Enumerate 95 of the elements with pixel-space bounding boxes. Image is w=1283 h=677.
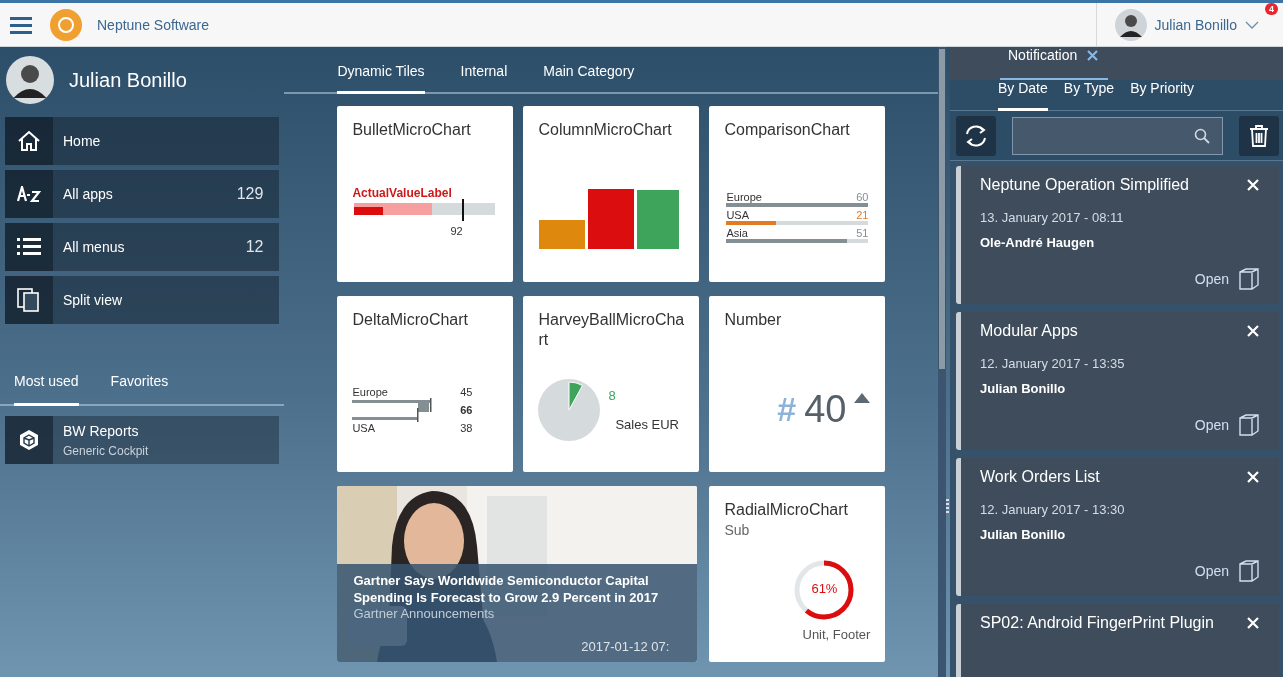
refresh-icon <box>964 124 988 148</box>
delta-label: Europe <box>352 386 388 398</box>
tile-footer: Unit, Footer <box>802 626 871 642</box>
notification-card[interactable]: Neptune Operation Simplified 13. January 2017 - 08:11 Ole-André Haugen Open <box>956 166 1279 304</box>
home-icon <box>17 130 41 152</box>
notification-author: Ole-André Haugen <box>980 235 1096 250</box>
open-link[interactable]: Open <box>1194 271 1229 287</box>
sidebar-item[interactable]: Split view <box>5 276 280 324</box>
tile-title: HarveyBallMicroChart <box>538 310 685 350</box>
filter-tab[interactable]: By Type <box>1063 80 1115 111</box>
open-link[interactable]: Open <box>1194 563 1229 579</box>
splitter-handle[interactable] <box>946 499 949 513</box>
tile-title: ComparisonChart <box>724 120 851 140</box>
cube-icon <box>18 429 40 451</box>
tile-title: DeltaMicroChart <box>352 310 469 330</box>
comparison-label: Europe <box>726 191 762 203</box>
tile-title: ColumnMicroChart <box>538 120 673 140</box>
delete-button[interactable] <box>1239 116 1279 156</box>
chart-tile[interactable]: HarveyBallMicroChart 8 Sales EUR <box>523 296 700 472</box>
notification-badge: 4 <box>1265 3 1278 15</box>
split-view-icon <box>17 288 41 312</box>
az-icon <box>17 186 41 202</box>
chart-tile[interactable]: BulletMicroChart ActualValueLabel 92 <box>337 106 514 282</box>
avatar-icon <box>6 56 54 104</box>
delta-value: 66 <box>460 404 473 416</box>
notification-title: SP02: Android FingerPrint Plugin <box>980 614 1214 632</box>
comparison-label: USA <box>726 209 750 221</box>
news-source: Gartner Announcements <box>353 606 496 621</box>
number-value: 40 <box>804 388 847 429</box>
notification-date: 12. January 2017 - 13:30 <box>980 502 1126 517</box>
avatar-icon[interactable] <box>1114 8 1147 41</box>
chart-tile[interactable]: ColumnMicroChart <box>523 106 700 282</box>
notification-card[interactable]: Modular Apps 12. January 2017 - 13:35 Julian Bonillo Open <box>956 312 1279 450</box>
chart-tile[interactable]: DeltaMicroChart Europe 45 66 USA 38 <box>337 296 514 472</box>
book-icon[interactable] <box>1239 268 1259 290</box>
user-name: Julian Bonillo <box>69 68 187 92</box>
comparison-label: Asia <box>726 227 748 239</box>
search-icon <box>1194 128 1210 144</box>
close-icon[interactable] <box>1087 49 1099 61</box>
tile-title: RadialMicroChart <box>724 500 849 520</box>
notification-title: Modular Apps <box>980 322 1078 340</box>
news-tile[interactable]: Gartner Says Worldwide Semiconductor Capital Spending Is Forecast to Grow 2.9 Percent in 2017 Gartner Announcements 2017-01-12 07: <box>337 486 698 662</box>
logo-icon <box>50 8 82 41</box>
delta-value: 38 <box>460 422 473 434</box>
book-icon[interactable] <box>1239 560 1259 582</box>
category-tab[interactable]: Internal <box>460 63 508 94</box>
list-icon <box>17 238 41 256</box>
news-date: 2017-01-12 07: <box>581 639 670 654</box>
book-icon[interactable] <box>1239 414 1259 436</box>
delta-label: USA <box>352 422 376 434</box>
sidebar-item[interactable]: All apps 129 <box>5 170 280 218</box>
notification-date: 12. January 2017 - 13:35 <box>980 356 1126 371</box>
number-symbol: # <box>777 388 797 429</box>
notification-card[interactable]: Work Orders List 12. January 2017 - 13:30 Julian Bonillo Open <box>956 458 1279 596</box>
notification-author: Julian Bonillo <box>980 527 1067 542</box>
open-link[interactable]: Open <box>1194 417 1229 433</box>
target-marker <box>461 198 464 221</box>
refresh-button[interactable] <box>956 116 996 156</box>
category-tab[interactable]: Main Category <box>543 63 635 94</box>
trash-icon <box>1249 124 1269 148</box>
brand-name: Neptune Software <box>97 16 210 33</box>
notification-author: Julian Bonillo <box>980 381 1067 396</box>
menu-icon[interactable] <box>10 15 32 34</box>
actual-value-label: ActualValueLabel <box>352 185 453 200</box>
chevron-down-icon[interactable] <box>1245 20 1259 29</box>
tile-title: Number <box>724 310 783 330</box>
trend-up-icon <box>854 392 871 403</box>
sidebar-tab[interactable]: Most used <box>14 369 79 406</box>
sidebar-item[interactable]: Home <box>5 117 280 165</box>
news-headline: Gartner Says Worldwide Semiconductor Capital Spending Is Forecast to Grow 2.9 Percent in 2017 <box>353 572 660 606</box>
app-item[interactable]: BW Reports Generic Cockpit <box>5 416 280 464</box>
target-value: 92 <box>450 224 464 237</box>
user-name[interactable]: Julian Bonillo <box>1154 16 1237 33</box>
notification-date: 13. January 2017 - 08:11 <box>980 210 1125 225</box>
scrollbar-thumb[interactable] <box>939 49 945 369</box>
comparison-value: 21 <box>856 209 869 221</box>
notification-card[interactable]: SP02: Android FingerPrint Plugin <box>956 604 1279 677</box>
notification-title: Work Orders List <box>980 468 1100 486</box>
delta-value: 45 <box>460 386 473 398</box>
comparison-value: 60 <box>856 191 869 203</box>
tile-title: BulletMicroChart <box>352 120 472 140</box>
filter-tab[interactable]: By Priority <box>1130 80 1194 111</box>
notification-title: Neptune Operation Simplified <box>980 176 1189 194</box>
sidebar-tab[interactable]: Favorites <box>110 369 169 406</box>
comparison-value: 51 <box>856 227 869 239</box>
harvey-label: Sales EUR <box>615 417 679 432</box>
harvey-value: 8 <box>608 388 617 403</box>
chart-tile[interactable]: ComparisonChart Europe 60 USA 21 Asia 51 <box>709 106 886 282</box>
category-tab[interactable]: Dynamic Tiles <box>337 63 425 94</box>
tile-subtitle: Sub <box>724 522 751 538</box>
sidebar-item[interactable]: All menus 12 <box>5 223 280 271</box>
radial-value: 61% <box>810 580 839 596</box>
chart-tile[interactable]: RadialMicroChart Sub 61% Unit, Footer <box>709 486 886 662</box>
search-field[interactable] <box>1012 117 1223 155</box>
chart-tile[interactable]: Number # 40 <box>709 296 886 472</box>
